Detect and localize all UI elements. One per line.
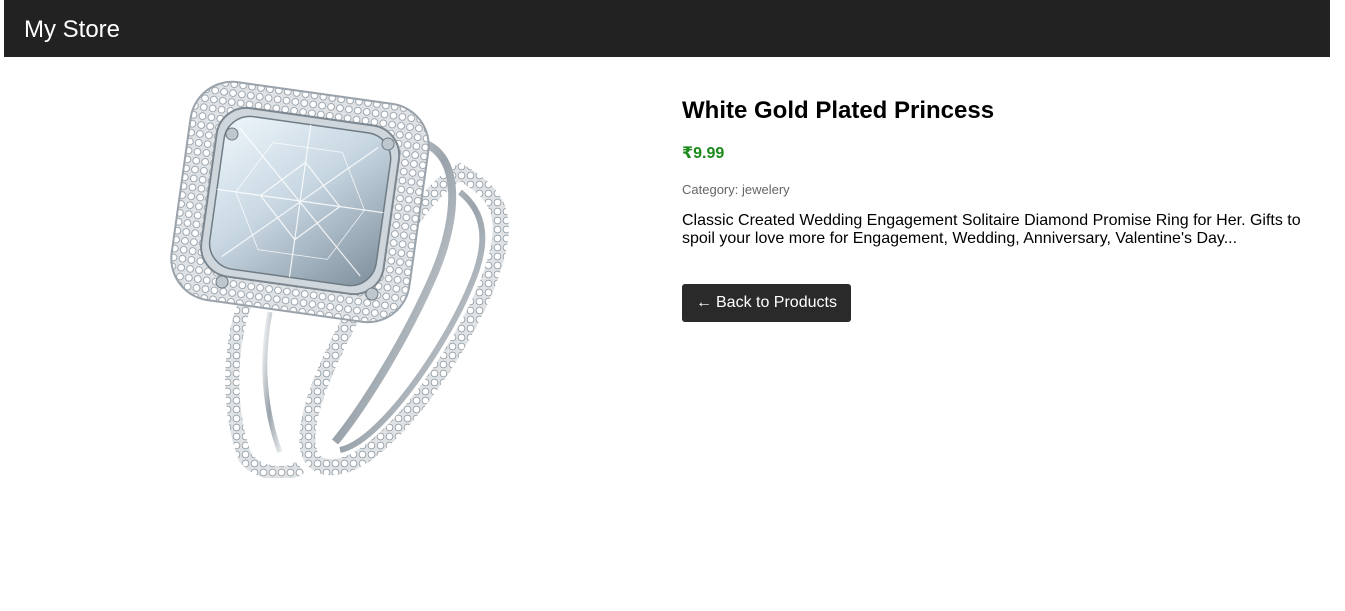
ring-image	[170, 80, 509, 481]
product-details: White Gold Plated Princess ₹9.99 Categor…	[682, 96, 1322, 322]
store-brand[interactable]: My Store	[24, 14, 120, 44]
product-title: White Gold Plated Princess	[682, 97, 995, 124]
product-category: Category: jewelery	[682, 182, 790, 197]
product-description: Classic Created Wedding Engagement Solit…	[682, 212, 1301, 247]
site-header: My Store	[4, 0, 1330, 57]
back-to-products-button[interactable]: ← Back to Products	[682, 284, 851, 322]
left-arrow-icon: ←	[696, 294, 712, 311]
product-image	[160, 72, 520, 481]
back-button-label: Back to Products	[716, 294, 837, 311]
product-price: ₹9.99	[682, 145, 725, 162]
